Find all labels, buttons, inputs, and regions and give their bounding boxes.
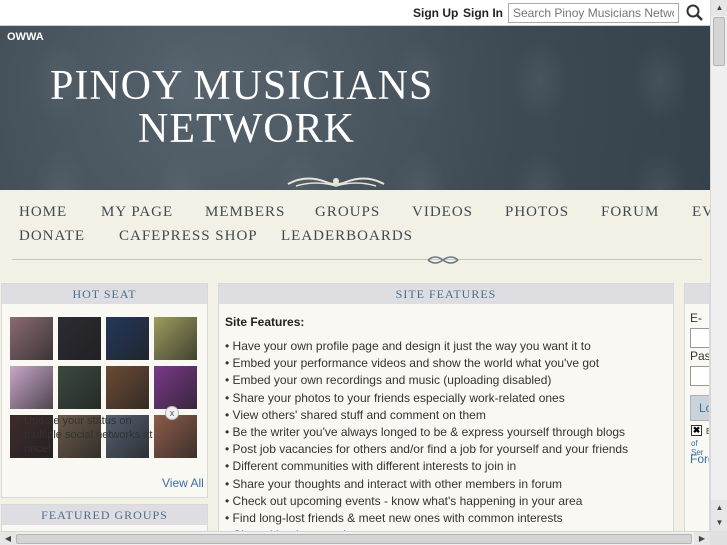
login-title: [685, 284, 709, 304]
feature-item: • View others' shared stuff and comment …: [225, 407, 486, 422]
top-bar: Sign Up Sign In: [0, 0, 710, 26]
login-button[interactable]: Lo: [690, 395, 709, 421]
search-input[interactable]: [508, 3, 679, 23]
horizontal-scroll-thumb[interactable]: [16, 534, 692, 544]
close-icon[interactable]: x: [165, 406, 179, 420]
sign-up-link[interactable]: Sign Up: [413, 6, 458, 20]
view-all-link[interactable]: View All: [162, 476, 204, 490]
nav-donate[interactable]: DONATE: [19, 228, 85, 245]
nav-leaderboards[interactable]: LEADERBOARDS: [281, 228, 413, 245]
hot-seat-title: HOT SEAT: [2, 284, 207, 304]
member-avatar[interactable]: [10, 317, 53, 360]
member-avatar[interactable]: [10, 366, 53, 409]
scroll-corner: [710, 531, 727, 545]
nav-forum[interactable]: FORUM: [601, 204, 659, 221]
feature-item: • Embed your own recordings and music (u…: [225, 373, 552, 388]
header-ornament: [287, 177, 385, 187]
password-label: Pass: [690, 349, 709, 363]
member-avatar[interactable]: [154, 317, 197, 360]
nav-groups[interactable]: GROUPS: [315, 204, 380, 221]
site-features-list: • Have your own profile page and design …: [225, 338, 628, 544]
header-tag[interactable]: OWWA: [7, 31, 44, 43]
site-features-panel: SITE FEATURES Site Features: • Have your…: [218, 283, 674, 542]
email-field[interactable]: [690, 328, 709, 348]
nav-cafepress-shop[interactable]: CAFEPRESS SHOP: [119, 228, 258, 245]
member-avatar[interactable]: [58, 366, 101, 409]
member-avatar[interactable]: [154, 366, 197, 409]
member-avatar[interactable]: [106, 317, 149, 360]
hot-seat-panel: HOT SEAT Update your status on multiple …: [1, 283, 208, 498]
scroll-down-icon[interactable]: ▼: [711, 515, 727, 531]
scroll-up-icon[interactable]: ▲: [711, 0, 727, 16]
nav-home[interactable]: HOME: [19, 204, 67, 221]
feature-item: • Check out upcoming events - know what'…: [225, 493, 583, 508]
remember-checkbox[interactable]: ✖: [691, 425, 702, 436]
vertical-scroll-thumb[interactable]: [713, 17, 725, 66]
search-icon[interactable]: [684, 3, 706, 23]
scroll-right-icon[interactable]: ▶: [694, 532, 710, 545]
site-title-line1[interactable]: PINOY MUSICIANS: [50, 62, 433, 110]
main-nav: HOME MY PAGE MEMBERS GROUPS VIDEOS PHOTO…: [0, 190, 713, 271]
vertical-scrollbar[interactable]: ▲ ▲ ▼: [710, 0, 727, 531]
feature-item: • Be the writer you've always longed to …: [225, 424, 626, 439]
nav-my-page[interactable]: MY PAGE: [101, 204, 173, 221]
feature-item: • Share your thoughts and interact with …: [225, 476, 563, 491]
nav-divider: [12, 259, 702, 260]
site-header: OWWA PINOY MUSICIANS NETWORK: [0, 26, 710, 190]
nav-videos[interactable]: VIDEOS: [412, 204, 473, 221]
feature-item: • Embed your performance videos and show…: [225, 356, 600, 371]
featured-groups-panel: FEATURED GROUPS: [1, 504, 208, 534]
status-promo-text[interactable]: Update your status on multiple social ne…: [24, 414, 164, 456]
site-features-heading: Site Features:: [225, 315, 305, 329]
site-features-title: SITE FEATURES: [219, 284, 673, 304]
scroll-up-icon[interactable]: ▲: [711, 500, 727, 516]
site-title-line2[interactable]: NETWORK: [138, 105, 355, 153]
nav-photos[interactable]: PHOTOS: [505, 204, 569, 221]
nav-divider-ornament: [427, 256, 459, 264]
feature-item: • Different communities with different i…: [225, 459, 517, 474]
feature-item: • Find long-lost friends & meet new ones…: [225, 510, 563, 525]
horizontal-scrollbar[interactable]: ◀ ▶: [0, 531, 710, 545]
forgot-password-link[interactable]: Forg: [690, 452, 709, 466]
featured-groups-title: FEATURED GROUPS: [2, 505, 207, 525]
scroll-left-icon[interactable]: ◀: [0, 532, 16, 545]
member-avatar[interactable]: [106, 366, 149, 409]
feature-item: • Post job vacancies for others and/or f…: [225, 442, 629, 457]
nav-members[interactable]: MEMBERS: [205, 204, 285, 221]
member-avatar[interactable]: [58, 317, 101, 360]
feature-item: • Have your own profile page and design …: [225, 339, 591, 353]
password-field[interactable]: [690, 366, 709, 386]
feature-item: • Share your photos to your friends espe…: [225, 390, 565, 405]
login-panel: E-ma Pass Lo ✖ B of Ser Forg: [684, 283, 710, 534]
sign-in-link[interactable]: Sign In: [463, 6, 503, 20]
